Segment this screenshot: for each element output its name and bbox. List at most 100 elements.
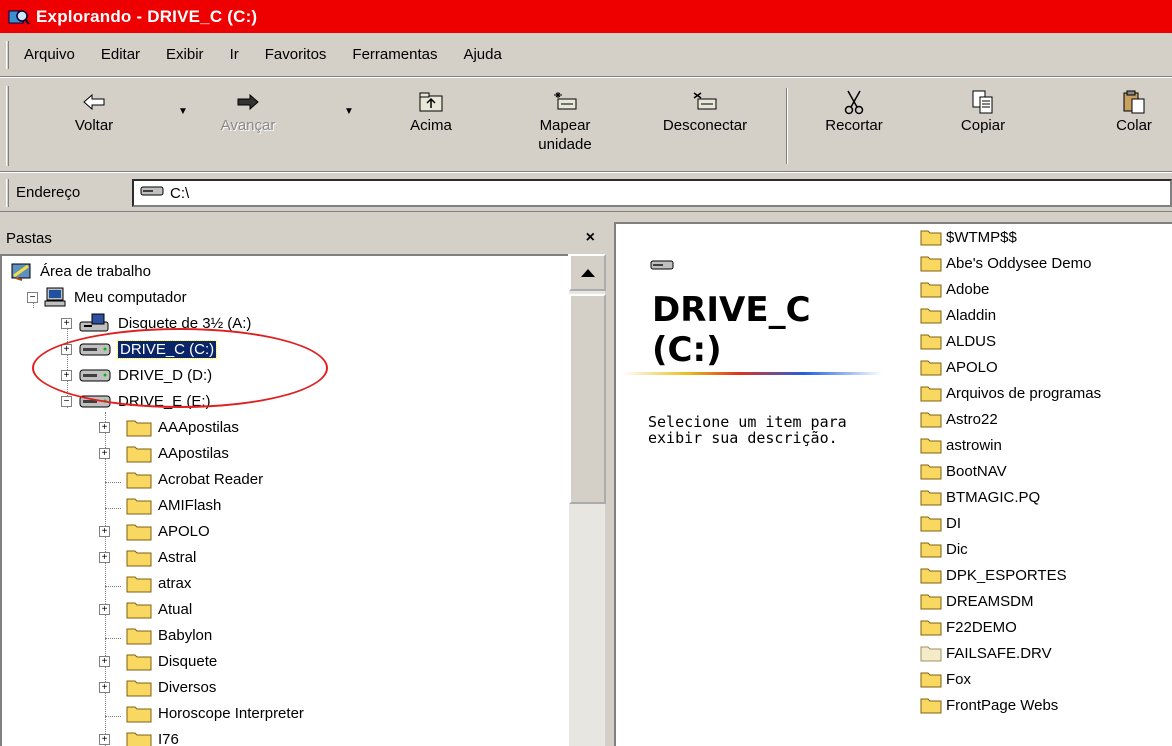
file-item[interactable]: Aladdin — [920, 302, 996, 328]
expand-toggle[interactable]: + — [99, 526, 110, 537]
file-label: Astro22 — [946, 410, 998, 428]
file-item[interactable]: FAILSAFE.DRV — [920, 640, 1052, 666]
expand-toggle[interactable]: + — [99, 682, 110, 693]
back-dropdown-icon[interactable]: ▼ — [178, 106, 188, 117]
forward-arrow-icon — [208, 88, 288, 116]
file-label: BTMAGIC.PQ — [946, 488, 1041, 506]
scroll-up-button[interactable] — [569, 254, 606, 291]
file-item[interactable]: BootNAV — [920, 458, 1007, 484]
folder-icon — [920, 358, 942, 376]
folder-icon — [126, 495, 152, 515]
tree-item-folder[interactable]: Disquete — [126, 648, 217, 674]
collapse-toggle[interactable]: − — [61, 396, 72, 407]
cut-button[interactable]: Recortar — [806, 88, 902, 135]
file-item[interactable]: Astro22 — [920, 406, 998, 432]
tree-item-folder[interactable]: AAApostilas — [126, 414, 239, 440]
tree-item-folder[interactable]: atrax — [126, 570, 191, 596]
menu-ajuda[interactable]: Ajuda — [463, 46, 501, 63]
menu-editar[interactable]: Editar — [101, 46, 140, 63]
close-icon[interactable]: × — [586, 229, 595, 247]
tree-item-folder[interactable]: Diversos — [126, 674, 216, 700]
file-item[interactable]: FrontPage Webs — [920, 692, 1058, 718]
file-item[interactable]: ALDUS — [920, 328, 996, 354]
tree-connector — [105, 482, 121, 483]
tree-item-folder[interactable]: Babylon — [126, 622, 212, 648]
expand-toggle[interactable]: + — [61, 318, 72, 329]
tree-item-drive-e[interactable]: DRIVE_E (E:) — [78, 388, 211, 414]
drive-info-panel: DRIVE_C (C:) Selecione um item para exib… — [616, 224, 906, 746]
menu-arquivo[interactable]: Arquivo — [24, 46, 75, 63]
copy-icon — [948, 88, 1018, 116]
expand-toggle[interactable]: + — [99, 552, 110, 563]
tree-item-label: AAApostilas — [158, 418, 239, 436]
folder-icon — [920, 254, 942, 272]
back-button[interactable]: Voltar — [64, 88, 124, 135]
folder-icon — [920, 540, 942, 558]
tree-item-drive-c[interactable]: DRIVE_C (C:) — [78, 336, 218, 362]
up-button[interactable]: Acima — [396, 88, 466, 135]
forward-dropdown-icon[interactable]: ▼ — [344, 106, 354, 117]
expand-toggle[interactable]: + — [99, 734, 110, 745]
file-item[interactable]: APOLO — [920, 354, 998, 380]
menu-ir[interactable]: Ir — [230, 46, 239, 63]
tree-item-folder[interactable]: I76 — [126, 726, 179, 746]
tree-item-drive-d[interactable]: DRIVE_D (D:) — [78, 362, 212, 388]
toolbar-separator — [786, 88, 788, 164]
tree-item-my-computer[interactable]: Meu computador — [44, 284, 187, 310]
expand-toggle[interactable]: + — [61, 344, 72, 355]
tree-item-folder[interactable]: Horoscope Interpreter — [126, 700, 304, 726]
map-drive-button[interactable]: Mapear unidade — [520, 88, 610, 154]
file-item[interactable]: Dic — [920, 536, 968, 562]
menu-favoritos[interactable]: Favoritos — [265, 46, 327, 63]
menu-ferramentas[interactable]: Ferramentas — [352, 46, 437, 63]
expand-toggle[interactable]: + — [99, 448, 110, 459]
address-grip[interactable] — [6, 179, 9, 207]
address-value: C:\ — [170, 184, 190, 202]
disconnect-button[interactable]: Desconectar — [640, 88, 770, 135]
toolbar-grip[interactable] — [6, 86, 9, 166]
folder-icon — [126, 729, 152, 746]
tree-item-folder[interactable]: Astral — [126, 544, 196, 570]
folder-icon — [126, 521, 152, 541]
scroll-thumb[interactable] — [569, 294, 606, 504]
copy-button[interactable]: Copiar — [948, 88, 1018, 135]
file-item[interactable]: Fox — [920, 666, 971, 692]
folder-icon — [920, 384, 942, 402]
expand-toggle[interactable]: + — [99, 656, 110, 667]
tree-item-folder[interactable]: APOLO — [126, 518, 210, 544]
tree-scrollbar[interactable] — [568, 254, 606, 746]
disconnect-drive-icon — [640, 88, 770, 116]
file-item[interactable]: $WTMP$$ — [920, 224, 1017, 250]
tree-item-folder[interactable]: Atual — [126, 596, 192, 622]
tree-item-folder[interactable]: AMIFlash — [126, 492, 221, 518]
drive-title: DRIVE_C (C:) — [652, 290, 811, 370]
tree-item-folder[interactable]: AApostilas — [126, 440, 229, 466]
paste-button[interactable]: Colar — [1104, 88, 1164, 135]
expand-toggle[interactable]: + — [61, 370, 72, 381]
file-item[interactable]: astrowin — [920, 432, 1002, 458]
file-item[interactable]: DI — [920, 510, 961, 536]
file-item[interactable]: Abe's Oddysee Demo — [920, 250, 1091, 276]
file-item[interactable]: DPK_ESPORTES — [920, 562, 1067, 588]
folder-icon — [126, 417, 152, 437]
menu-exibir[interactable]: Exibir — [166, 46, 204, 63]
tree-item-desktop[interactable]: Área de trabalho — [10, 258, 151, 284]
file-item[interactable]: Arquivos de programas — [920, 380, 1101, 406]
tree-item-floppy[interactable]: Disquete de 3½ (A:) — [78, 310, 251, 336]
file-item[interactable]: Adobe — [920, 276, 989, 302]
collapse-toggle[interactable]: − — [27, 292, 38, 303]
file-label: Adobe — [946, 280, 990, 298]
file-item[interactable]: DREAMSDM — [920, 588, 1034, 614]
folder-icon — [126, 469, 152, 489]
tree-item-label: Horoscope Interpreter — [158, 704, 304, 722]
expand-toggle[interactable]: + — [99, 422, 110, 433]
file-item[interactable]: F22DEMO — [920, 614, 1017, 640]
forward-button[interactable]: Avançar — [208, 88, 288, 135]
address-input[interactable]: C:\ — [132, 179, 1172, 207]
file-item[interactable]: BTMAGIC.PQ — [920, 484, 1040, 510]
address-bar: Endereço C:\ — [0, 172, 1172, 212]
address-label: Endereço — [16, 183, 81, 201]
tree-item-folder[interactable]: Acrobat Reader — [126, 466, 263, 492]
expand-toggle[interactable]: + — [99, 604, 110, 615]
menu-grip[interactable] — [6, 41, 9, 69]
